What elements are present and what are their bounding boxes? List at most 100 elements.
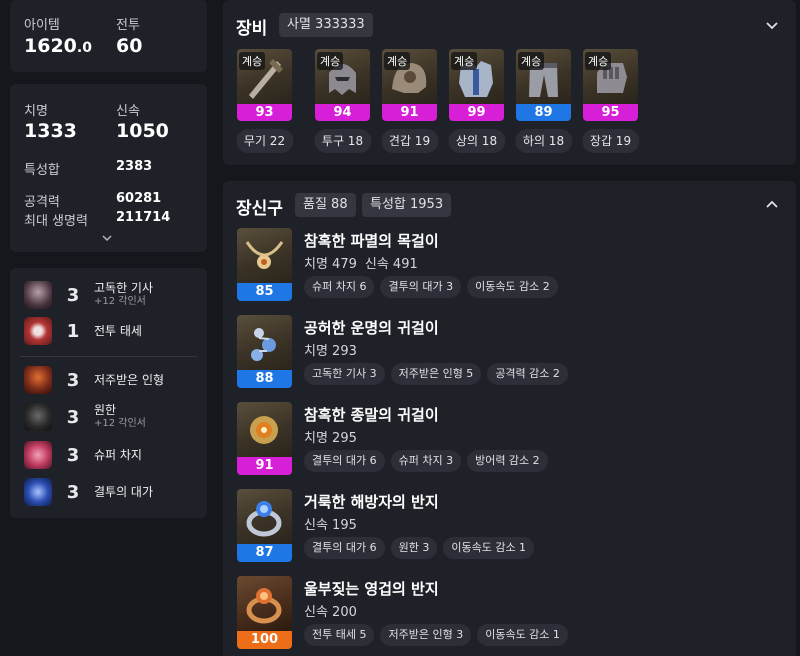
- equipment-panel: 장비 사멸 333333 계승 93 무기 22 계승 94 투구 18 계승 …: [223, 0, 796, 165]
- combat-level-label: 전투: [116, 18, 140, 33]
- engraving-name: 전투 태세: [94, 323, 142, 338]
- engraving-chip: 저주받은 인형 5: [390, 363, 482, 385]
- engraving-grudge-icon: [24, 403, 52, 431]
- equipment-slot-chest[interactable]: 계승 99 상의 18: [447, 49, 506, 153]
- pants-icon: 계승: [516, 49, 571, 104]
- equipment-label: 무기 22: [235, 129, 294, 153]
- quality-bar: 91: [237, 457, 292, 475]
- engraving-book-bonus: +12 각인서: [94, 296, 146, 307]
- engraving-duel-icon: [24, 478, 52, 506]
- engraving-level: 3: [66, 481, 80, 503]
- inherit-badge: 계승: [451, 52, 478, 70]
- helmet-icon: 계승: [315, 49, 370, 104]
- accessories-quality-tag: 품질 88: [295, 193, 356, 217]
- inherit-badge: 계승: [239, 52, 266, 70]
- inherit-badge: 계승: [317, 52, 344, 70]
- accessory-engravings: 결투의 대가 6 원한 3 이동속도 감소 1: [304, 537, 535, 559]
- equipment-slot-pants[interactable]: 계승 89 하의 18: [514, 49, 573, 153]
- attack-label: 공격력: [24, 195, 60, 210]
- ring-icon: [237, 489, 292, 544]
- engraving-level: 3: [66, 444, 80, 466]
- engraving-row[interactable]: 3 결투의 대가: [24, 477, 153, 507]
- accessory-name: 거룩한 해방자의 반지: [304, 493, 439, 511]
- equipment-slot-weapon[interactable]: 계승 93 무기 22: [235, 49, 294, 153]
- accessory-stats: 치명 293: [304, 344, 357, 359]
- hp-label: 최대 생명력: [24, 214, 88, 229]
- accessory-earring-2[interactable]: 91 참혹한 종말의 귀걸이 치명 295 결투의 대가 6 슈퍼 차지 3 방…: [237, 402, 777, 475]
- engraving-chip: 전투 태세 5: [304, 624, 375, 646]
- equipment-label: 하의 18: [514, 129, 573, 153]
- total-stat-label: 특성합: [24, 163, 60, 178]
- accessory-engravings: 전투 태세 5 저주받은 인형 3 이동속도 감소 1: [304, 624, 568, 646]
- equipment-label: 견갑 19: [380, 129, 439, 153]
- quality-bar: 85: [237, 283, 292, 301]
- quality-bar: 91: [382, 104, 437, 121]
- hp-value: 211714: [116, 210, 171, 225]
- engraving-chip: 결투의 대가 6: [304, 450, 385, 472]
- quality-bar: 88: [237, 370, 292, 388]
- attack-value: 60281: [116, 191, 162, 206]
- engraving-chip: 결투의 대가 6: [304, 537, 385, 559]
- engraving-row[interactable]: 3 원한 +12 각인서: [24, 402, 146, 432]
- engraving-name: 고독한 기사 +12 각인서: [94, 281, 154, 308]
- combat-level-value: 60: [116, 35, 143, 57]
- necklace-icon: [237, 228, 292, 283]
- engraving-level: 3: [66, 369, 80, 391]
- collapse-accessories-chevron-up-icon[interactable]: [766, 198, 778, 212]
- accessory-earring-1[interactable]: 88 공허한 운명의 귀걸이 치명 293 고독한 기사 3 저주받은 인형 5…: [237, 315, 777, 388]
- item-level-panel: 아이템 1620.0 전투 60: [10, 0, 207, 72]
- accessory-name: 참혹한 파멸의 목걸이: [304, 232, 439, 250]
- accessory-necklace[interactable]: 85 참혹한 파멸의 목걸이 치명 479 신속 491 슈퍼 차지 6 결투의 …: [237, 228, 777, 301]
- accessory-ring-1[interactable]: 87 거룩한 해방자의 반지 신속 195 결투의 대가 6 원한 3 이동속도…: [237, 489, 777, 562]
- equipment-label: 상의 18: [447, 129, 506, 153]
- engraving-supercharge-icon: [24, 441, 52, 469]
- engraving-divider: [20, 356, 197, 357]
- engraving-name: 저주받은 인형: [94, 372, 165, 387]
- engraving-chip: 슈퍼 차지 6: [304, 276, 375, 298]
- engraving-row[interactable]: 3 저주받은 인형: [24, 365, 164, 395]
- engravings-panel: 3 고독한 기사 +12 각인서 1 전투 태세 3 저주받은 인형 3 원한 +1…: [10, 268, 207, 518]
- engraving-chip: 고독한 기사 3: [304, 363, 385, 385]
- engraving-level: 3: [66, 406, 80, 428]
- engraving-row[interactable]: 1 전투 태세: [24, 316, 142, 346]
- item-level-value: 1620.0: [24, 35, 92, 57]
- crit-value: 1333: [24, 120, 77, 142]
- engraving-row[interactable]: 3 고독한 기사 +12 각인서: [24, 280, 153, 310]
- accessory-ring-2[interactable]: 100 울부짖는 영겁의 반지 신속 200 전투 태세 5 저주받은 인형 3…: [237, 576, 777, 649]
- engraving-shield-icon: [24, 317, 52, 345]
- earring-icon: [237, 402, 292, 457]
- accessories-panel: 장신구 품질 88 특성합 1953 85 참혹한 파멸의 목걸이 치명 479…: [223, 181, 796, 656]
- accessory-engravings: 고독한 기사 3 저주받은 인형 5 공격력 감소 2: [304, 363, 568, 385]
- accessory-engravings: 결투의 대가 6 슈퍼 차지 3 방어력 감소 2: [304, 450, 548, 472]
- quality-bar: 94: [315, 104, 370, 121]
- equipment-slot-shoulder[interactable]: 계승 91 견갑 19: [380, 49, 439, 153]
- total-stat-value: 2383: [116, 159, 153, 174]
- equipment-label: 투구 18: [313, 129, 372, 153]
- accessory-engravings: 슈퍼 차지 6 결투의 대가 3 이동속도 감소 2: [304, 276, 558, 298]
- accessory-name: 참혹한 종말의 귀걸이: [304, 406, 439, 424]
- ring-icon: [237, 576, 292, 631]
- collapse-equipment-chevron-down-icon[interactable]: [766, 19, 778, 33]
- equipment-slot-gloves[interactable]: 계승 95 장갑 19: [581, 49, 640, 153]
- engraving-chip: 방어력 감소 2: [467, 450, 548, 472]
- weapon-icon: 계승: [237, 49, 292, 104]
- engraving-name: 원한 +12 각인서: [94, 403, 146, 430]
- engraving-chip: 이동속도 감소 1: [477, 624, 568, 646]
- accessory-name: 울부짖는 영겁의 반지: [304, 580, 439, 598]
- engraving-chip: 원한 3: [390, 537, 438, 559]
- equipment-slot-helmet[interactable]: 계승 94 투구 18: [313, 49, 372, 153]
- item-level-label: 아이템: [24, 18, 60, 33]
- engraving-row[interactable]: 3 슈퍼 차지: [24, 440, 142, 470]
- accessory-stats: 치명 479 신속 491: [304, 257, 418, 272]
- shoulder-icon: 계승: [382, 49, 437, 104]
- inherit-badge: 계승: [518, 52, 545, 70]
- gloves-icon: 계승: [583, 49, 638, 104]
- expand-stats-chevron-down-icon[interactable]: [102, 231, 112, 245]
- engraving-chip: 결투의 대가 3: [380, 276, 462, 298]
- engraving-chip: 슈퍼 차지 3: [390, 450, 462, 472]
- accessory-name: 공허한 운명의 귀걸이: [304, 319, 439, 337]
- engraving-chip: 저주받은 인형 3: [380, 624, 472, 646]
- accessory-stats: 신속 195: [304, 518, 357, 533]
- stats-panel: 치명 1333 신속 1050 특성합 2383 공격력 60281 최대 생명…: [10, 84, 207, 252]
- inherit-badge: 계승: [384, 52, 411, 70]
